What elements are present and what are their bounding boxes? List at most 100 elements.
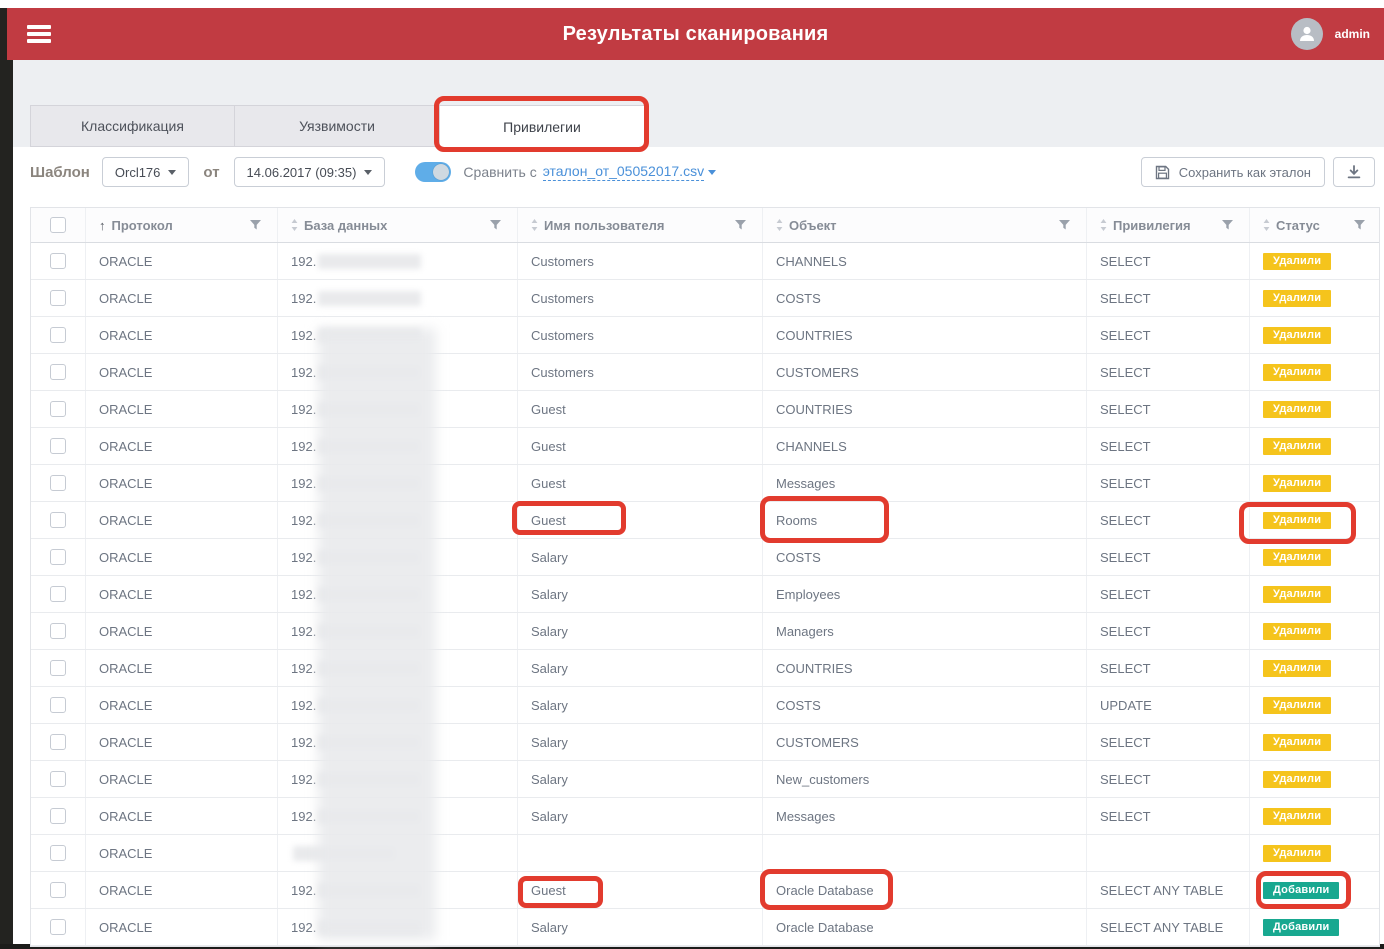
status-badge: Удалили [1263, 289, 1332, 307]
column-header-object[interactable]: Объект [763, 208, 1087, 242]
row-checkbox[interactable] [50, 438, 66, 454]
row-checkbox[interactable] [50, 364, 66, 380]
object-cell: CUSTOMERS [763, 724, 1087, 760]
redacted-ip-blur [293, 845, 396, 861]
status-badge: Удалили [1263, 659, 1332, 677]
date-select[interactable]: 14.06.2017 (09:35) [233, 157, 386, 187]
save-as-etalon-button[interactable]: Сохранить как эталон [1140, 157, 1325, 187]
row-checkbox[interactable] [50, 882, 66, 898]
row-checkbox[interactable] [50, 623, 66, 639]
status-cell: Удалили [1250, 539, 1381, 575]
row-checkbox[interactable] [50, 253, 66, 269]
privilege-cell: SELECT [1087, 280, 1250, 316]
row-checkbox[interactable] [50, 512, 66, 528]
column-header-status[interactable]: Статус [1250, 208, 1381, 242]
protocol-cell: ORACLE [86, 354, 278, 390]
object-cell: Rooms [763, 502, 1087, 538]
database-cell: 192. [278, 502, 518, 538]
row-checkbox[interactable] [50, 771, 66, 787]
tab-privileges[interactable]: Привилегии [440, 105, 645, 148]
column-header-protocol[interactable]: ↑ Протокол [86, 208, 278, 242]
filter-funnel-icon[interactable] [1059, 219, 1070, 231]
username-cell: Salary [518, 650, 763, 686]
privilege-cell: SELECT ANY TABLE [1087, 872, 1250, 908]
status-badge: Удалили [1263, 400, 1332, 418]
column-header-database[interactable]: База данных [278, 208, 518, 242]
row-checkbox[interactable] [50, 475, 66, 491]
username-cell: Salary [518, 909, 763, 945]
select-all-cell [31, 208, 86, 242]
status-badge: Удалили [1263, 807, 1332, 825]
column-header-username[interactable]: Имя пользователя [518, 208, 763, 242]
row-checkbox[interactable] [50, 586, 66, 602]
table-row: ORACLE 192. Salary Messages SELECT Удали… [31, 798, 1379, 835]
username-cell [518, 835, 763, 871]
username-cell: Guest [518, 465, 763, 501]
from-label: от [203, 163, 220, 181]
privilege-cell: SELECT ANY TABLE [1087, 909, 1250, 945]
compare-toggle[interactable] [415, 162, 452, 182]
redacted-ip-blur [318, 290, 422, 306]
privilege-cell: SELECT [1087, 650, 1250, 686]
row-checkbox[interactable] [50, 845, 66, 861]
status-cell: Удалили [1250, 798, 1381, 834]
tab-classification[interactable]: Классификация [30, 105, 235, 147]
row-checkbox[interactable] [50, 401, 66, 417]
row-checkbox[interactable] [50, 290, 66, 306]
database-cell: 192. [278, 761, 518, 797]
object-cell [763, 835, 1087, 871]
protocol-cell: ORACLE [86, 243, 278, 279]
protocol-cell: ORACLE [86, 687, 278, 723]
status-badge: Удалили [1263, 696, 1332, 714]
template-select[interactable]: Orcl176 [101, 157, 190, 187]
export-button[interactable] [1333, 157, 1375, 187]
protocol-cell: ORACLE [86, 317, 278, 353]
database-cell [278, 835, 518, 871]
database-cell: 192. [278, 724, 518, 760]
redacted-ip-blur [318, 438, 422, 454]
database-cell: 192. [278, 650, 518, 686]
username-cell: Salary [518, 798, 763, 834]
row-checkbox[interactable] [50, 660, 66, 676]
status-badge: Удалили [1263, 844, 1332, 862]
database-cell: 192. [278, 428, 518, 464]
status-cell: Удалили [1250, 835, 1381, 871]
table-row: ORACLE 192. Customers CHANNELS SELECT Уд… [31, 243, 1379, 280]
column-header-privilege[interactable]: Привилегия [1087, 208, 1250, 242]
row-checkbox[interactable] [50, 697, 66, 713]
status-badge: Удалили [1263, 511, 1332, 529]
filter-funnel-icon[interactable] [735, 219, 746, 231]
redacted-ip-blur [318, 364, 422, 380]
row-checkbox[interactable] [50, 734, 66, 750]
privilege-cell: SELECT [1087, 761, 1250, 797]
row-checkbox[interactable] [50, 919, 66, 935]
table-row: ORACLE 192. Salary COSTS UPDATE Удалили [31, 687, 1379, 724]
status-cell: Добавили [1250, 872, 1381, 908]
database-cell: 192. [278, 872, 518, 908]
database-cell: 192. [278, 909, 518, 945]
filter-funnel-icon[interactable] [1354, 219, 1365, 231]
select-all-checkbox[interactable] [50, 217, 66, 233]
user-avatar[interactable] [1290, 18, 1323, 50]
privilege-cell: SELECT [1087, 502, 1250, 538]
row-checkbox[interactable] [50, 327, 66, 343]
etalon-file-link[interactable]: эталон_от_05052017.csv [542, 163, 705, 181]
tab-vulnerabilities[interactable]: Уязвимости [235, 105, 440, 147]
chevron-down-icon[interactable] [708, 169, 717, 175]
table-row: ORACLE 192. Customers COSTS SELECT Удали… [31, 280, 1379, 317]
filter-funnel-icon[interactable] [250, 219, 261, 231]
filter-funnel-icon[interactable] [490, 219, 501, 231]
filter-funnel-icon[interactable] [1222, 219, 1233, 231]
object-cell: COSTS [763, 687, 1087, 723]
status-badge: Добавили [1263, 881, 1340, 899]
object-cell: COUNTRIES [763, 317, 1087, 353]
privilege-cell: SELECT [1087, 724, 1250, 760]
row-checkbox[interactable] [50, 808, 66, 824]
username-cell: Guest [518, 428, 763, 464]
protocol-cell: ORACLE [86, 576, 278, 612]
row-checkbox[interactable] [50, 549, 66, 565]
status-cell: Удалили [1250, 317, 1381, 353]
sort-both-icon [531, 219, 538, 231]
privilege-cell: SELECT [1087, 576, 1250, 612]
redacted-ip-blur [318, 253, 422, 269]
